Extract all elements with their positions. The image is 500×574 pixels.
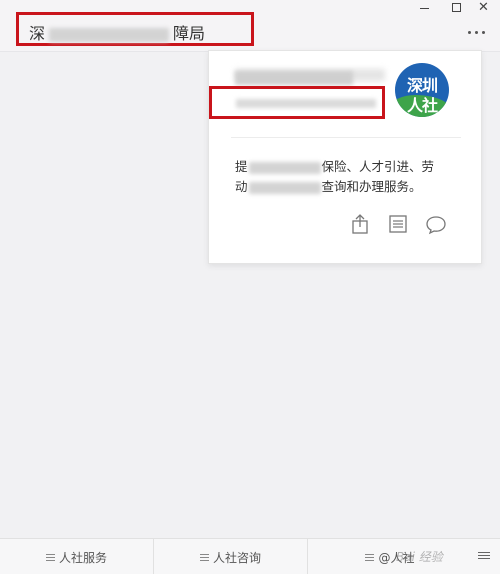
share-icon[interactable] xyxy=(349,213,371,235)
account-id-highlight-box xyxy=(209,86,385,119)
description-line-1: 提 保险、人才引进、劳 xyxy=(235,157,465,177)
chat-window: 深 障局 ✕ 深圳 人社 提 保险、人才引进、劳 动 查询和办理服务。 人社服务 人社… xyxy=(0,0,500,574)
maximize-icon[interactable] xyxy=(450,2,464,14)
menu-item-at[interactable]: @人社 xyxy=(308,539,472,574)
document-icon[interactable] xyxy=(387,213,409,235)
chat-icon[interactable] xyxy=(425,213,447,235)
description-mid: 保险、人才引进、劳 xyxy=(321,159,435,174)
description-redacted-1 xyxy=(248,161,321,174)
profile-card: 深圳 人社 提 保险、人才引进、劳 动 查询和办理服务。 xyxy=(208,50,482,264)
account-id-redacted xyxy=(236,99,376,108)
close-icon[interactable]: ✕ xyxy=(478,1,492,14)
menu-item-consult[interactable]: 人社咨询 xyxy=(154,539,308,574)
menu-lines-icon xyxy=(45,553,55,561)
title-highlight-box: 深 障局 xyxy=(16,12,254,46)
menu-lines-icon xyxy=(365,553,375,561)
title-bar: 深 障局 ✕ xyxy=(0,0,500,52)
description-prefix: 提 xyxy=(235,159,248,174)
keyboard-icon[interactable] xyxy=(478,551,490,561)
logo-text-line2: 人社 xyxy=(406,96,438,115)
account-logo[interactable]: 深圳 人社 xyxy=(395,63,449,117)
description-line2-prefix: 动 xyxy=(235,179,248,194)
description-line-2: 动 查询和办理服务。 xyxy=(235,177,465,197)
card-divider xyxy=(231,137,461,138)
minimize-icon[interactable] xyxy=(418,2,432,14)
menu-item-service[interactable]: 人社服务 xyxy=(0,539,154,574)
account-name-redacted xyxy=(235,71,353,85)
description-redacted-2 xyxy=(248,181,321,194)
title-redacted xyxy=(49,27,170,42)
menu-lines-icon xyxy=(199,553,209,561)
window-title: 深 障局 xyxy=(29,20,205,44)
account-description: 提 保险、人才引进、劳 动 查询和办理服务。 xyxy=(235,157,465,197)
title-suffix: 障局 xyxy=(173,24,206,43)
menu-item-label: 人社服务 xyxy=(58,550,107,565)
more-dots-icon[interactable] xyxy=(466,28,488,36)
menu-item-label: 人社咨询 xyxy=(212,550,261,565)
title-prefix: 深 xyxy=(29,24,46,43)
description-line2-suffix: 查询和办理服务。 xyxy=(321,179,422,194)
watermark: Bai 经验 xyxy=(396,550,443,564)
